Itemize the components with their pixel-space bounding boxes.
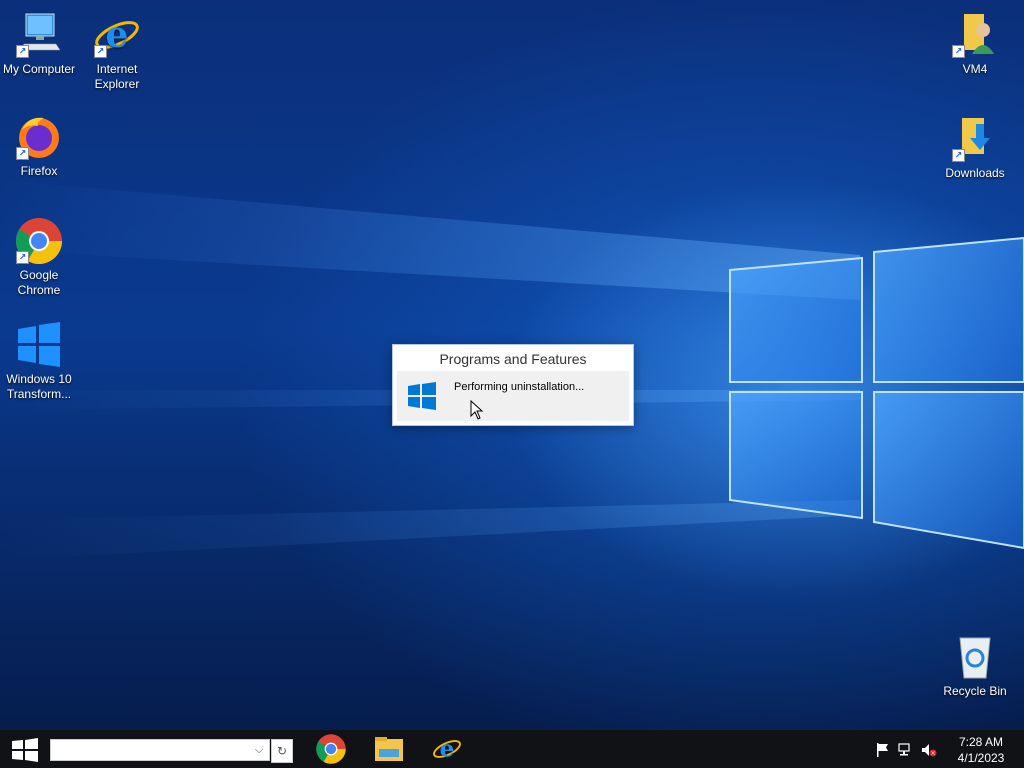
windows-logo-icon [18, 322, 60, 367]
desktop-icon-label: Windows 10 Transform... [6, 372, 72, 401]
desktop-icon-firefox[interactable]: ↗ Firefox [0, 112, 78, 179]
desktop-icon-label: Google Chrome [17, 268, 61, 297]
shortcut-arrow-icon: ↗ [94, 45, 107, 58]
desktop-icon-google-chrome[interactable]: ↗ Google Chrome [0, 216, 78, 298]
windows-logo-icon [408, 382, 436, 410]
taskbar: ⌵ ↻ e × 7:28 AM 4/1/2023 [0, 730, 1024, 768]
dialog-body: Performing uninstallation... [397, 371, 629, 421]
desktop: ↗ My Computer e ↗ Internet Explorer ↗ Fi… [0, 0, 1024, 730]
desktop-icon-label: Recycle Bin [943, 684, 1007, 698]
clock-date: 4/1/2023 [957, 751, 1005, 765]
taskbar-app-chrome[interactable] [303, 730, 359, 768]
network-icon[interactable] [898, 742, 914, 758]
shortcut-arrow-icon: ↗ [952, 149, 965, 162]
shortcut-arrow-icon: ↗ [952, 45, 965, 58]
desktop-icon-label: My Computer [2, 62, 76, 76]
taskbar-search-box[interactable]: ⌵ [50, 739, 270, 761]
desktop-icon-downloads[interactable]: ↗ Downloads [936, 114, 1014, 181]
taskbar-app-internet-explorer[interactable]: e [419, 730, 475, 768]
desktop-icon-my-computer[interactable]: ↗ My Computer [0, 10, 78, 77]
desktop-icon-label: Firefox [20, 164, 58, 178]
shortcut-arrow-icon: ↗ [16, 45, 29, 58]
volume-muted-icon[interactable]: × [921, 742, 937, 758]
mouse-cursor-icon [470, 400, 484, 420]
desktop-icon-label: VM4 [962, 62, 988, 76]
desktop-icon-recycle-bin[interactable]: Recycle Bin [936, 632, 1014, 699]
desktop-icon-vm4[interactable]: ↗ VM4 [936, 10, 1014, 77]
programs-and-features-dialog[interactable]: Programs and Features Performing uninsta… [392, 344, 634, 426]
dialog-status-text: Performing uninstallation... [454, 381, 585, 393]
desktop-icon-label: Internet Explorer [94, 62, 140, 91]
internet-explorer-icon: e [433, 736, 461, 763]
chevron-down-icon[interactable]: ⌵ [249, 740, 269, 760]
desktop-icon-label: Downloads [945, 166, 1005, 180]
taskbar-app-file-explorer[interactable] [361, 730, 417, 768]
shortcut-arrow-icon: ↗ [16, 147, 29, 160]
refresh-icon: ↻ [276, 744, 288, 758]
dialog-title: Programs and Features [439, 351, 587, 367]
refresh-button[interactable]: ↻ [271, 739, 293, 763]
flag-icon[interactable] [875, 742, 891, 758]
shortcut-arrow-icon: ↗ [16, 251, 29, 264]
recycle-bin-icon [959, 637, 991, 679]
desktop-icon-internet-explorer[interactable]: e ↗ Internet Explorer [78, 10, 156, 92]
taskbar-clock[interactable]: 7:28 AM 4/1/2023 [946, 734, 1016, 766]
svg-text:×: × [930, 750, 935, 757]
file-explorer-icon [375, 737, 403, 761]
svg-text:e: e [440, 736, 455, 763]
chrome-icon [316, 734, 346, 764]
clock-time: 7:28 AM [958, 735, 1004, 749]
windows-logo-icon [12, 738, 38, 762]
start-button[interactable] [0, 730, 48, 768]
desktop-icon-windows-10-transform[interactable]: Windows 10 Transform... [0, 320, 78, 402]
svg-text:e: e [106, 14, 129, 56]
